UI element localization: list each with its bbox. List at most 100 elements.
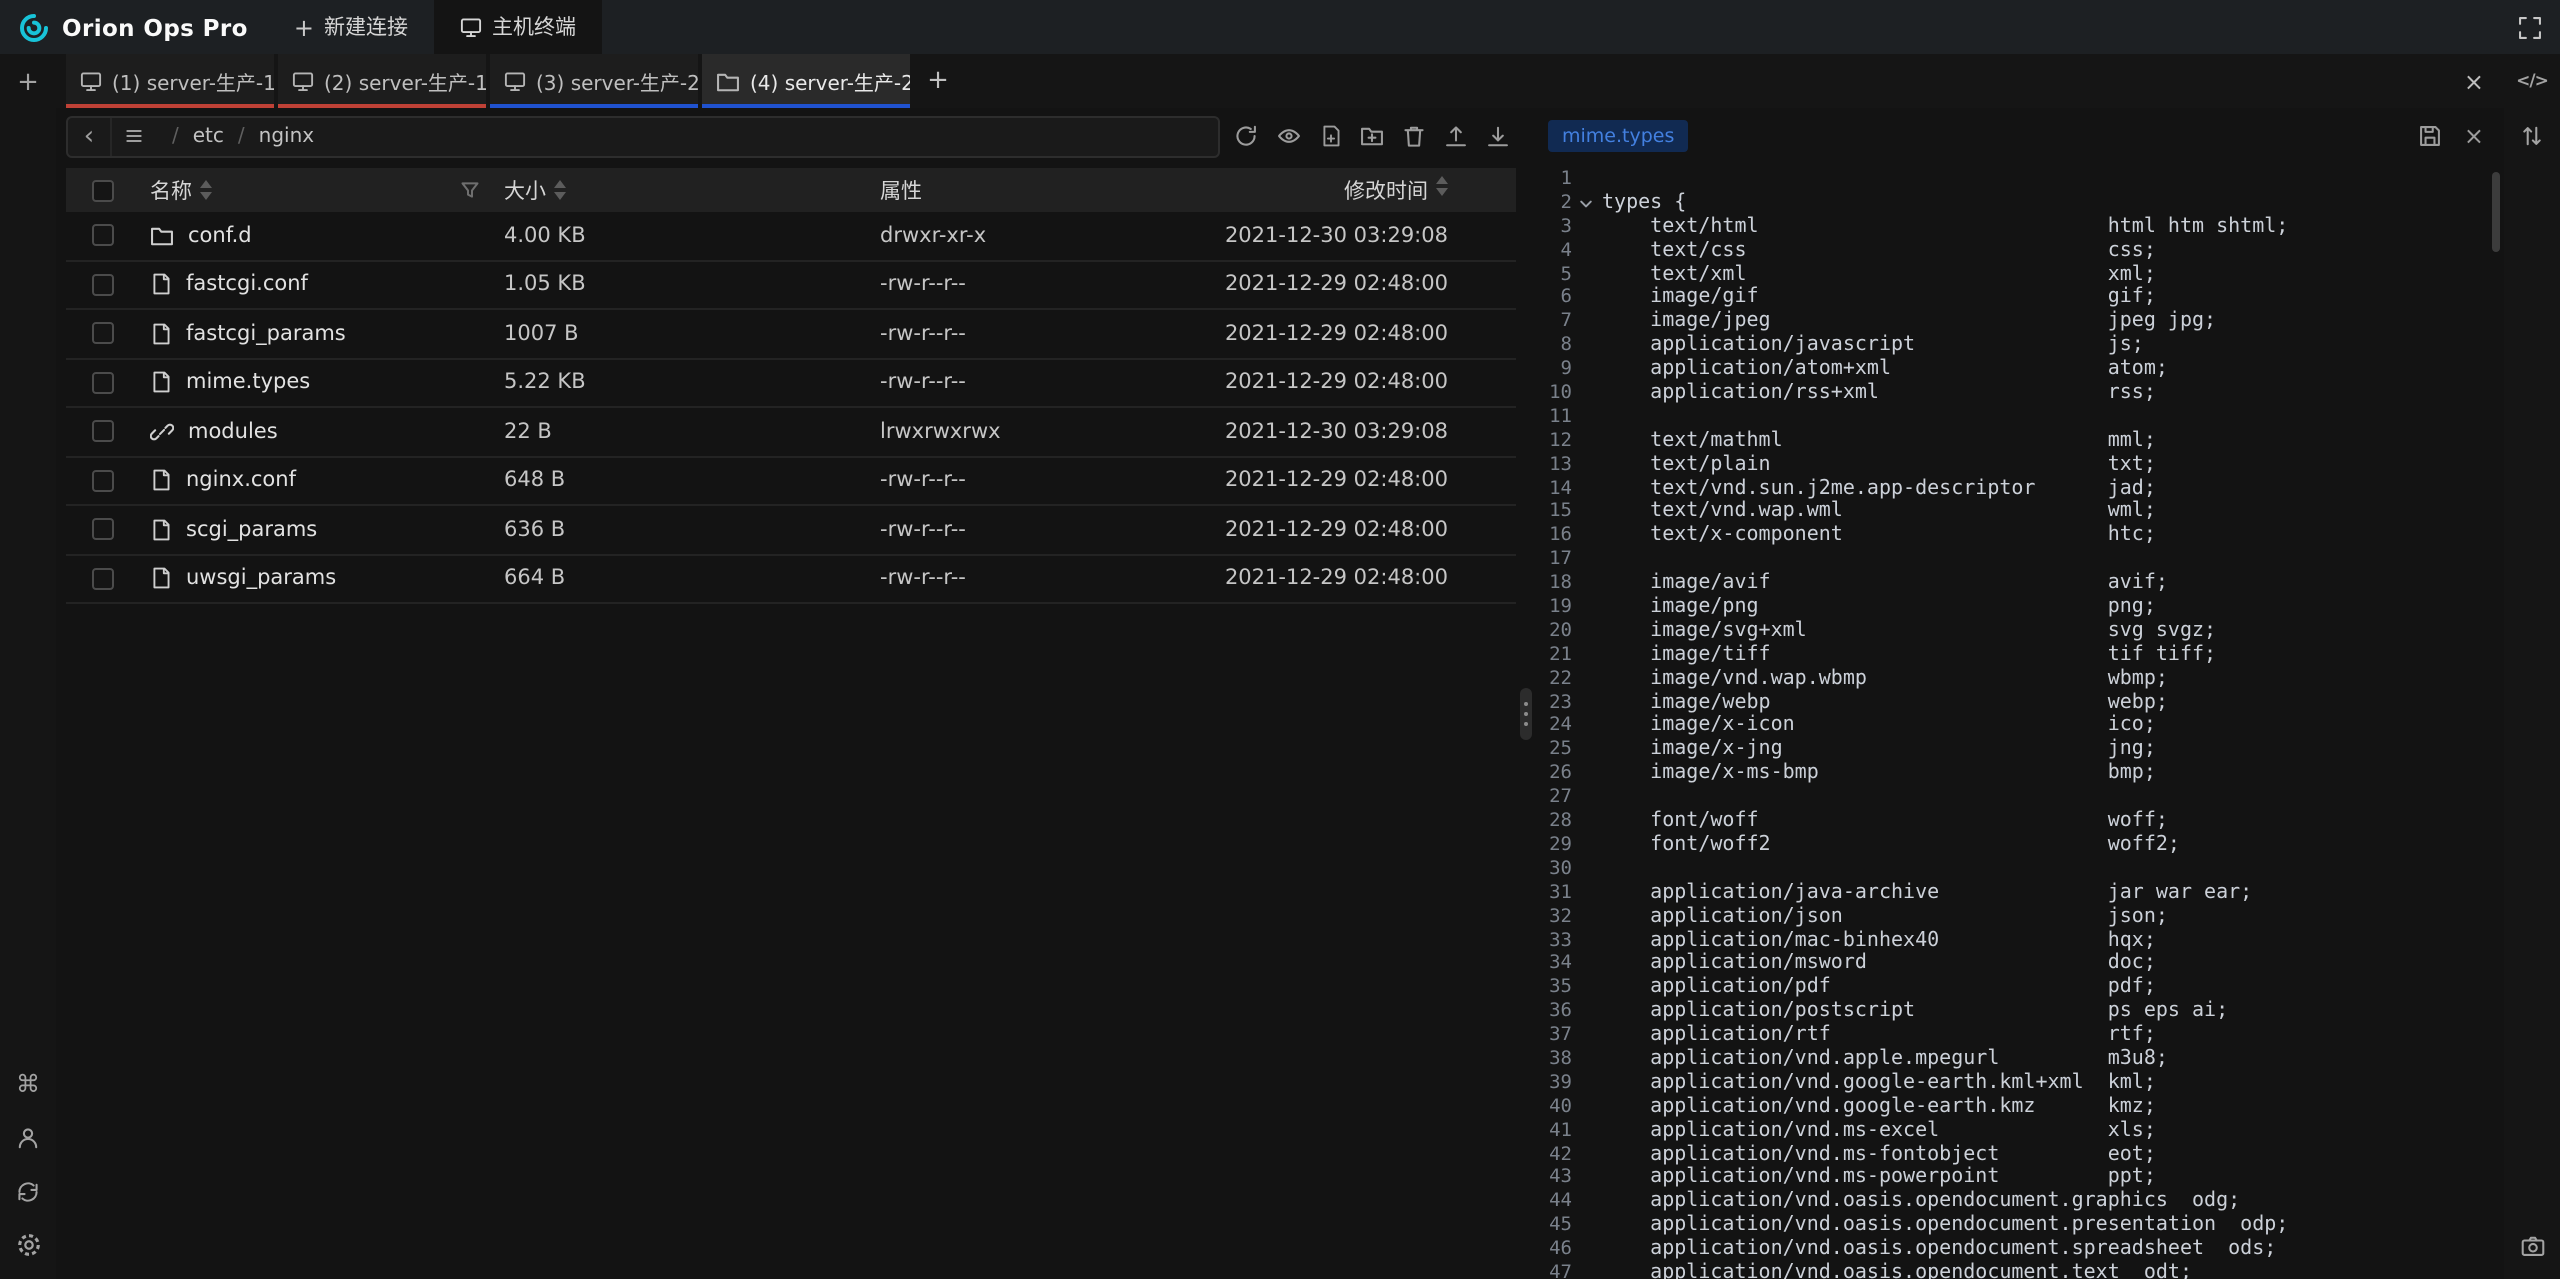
file-size: 664 B	[504, 567, 880, 591]
file-icon	[150, 518, 172, 542]
code-line: 20 image/svg+xml svg svgz;	[1536, 620, 2504, 644]
download-icon[interactable]	[1486, 124, 1510, 148]
file-size: 636 B	[504, 518, 880, 542]
tab-status-underline	[490, 104, 698, 108]
filter-icon[interactable]	[460, 180, 480, 200]
new-connection-label: 新建连接	[324, 12, 408, 42]
file-mtime: 2021-12-29 02:48:00	[1186, 371, 1516, 395]
line-number: 2	[1536, 192, 1572, 216]
close-all-icon[interactable]: ×	[2464, 67, 2484, 95]
file-row[interactable]: mime.types5.22 KB-rw-r--r--2021-12-29 02…	[66, 359, 1516, 408]
code-text: image/x-ms-bmp bmp;	[1598, 763, 2156, 787]
path-bar: ‹ /etc/nginx	[66, 115, 1220, 157]
line-number: 33	[1536, 929, 1572, 953]
file-row[interactable]: scgi_params636 B-rw-r--r--2021-12-29 02:…	[66, 506, 1516, 555]
session-tab-4[interactable]: (4) server-生产-2	[702, 54, 910, 108]
code-line: 6 image/gif gif;	[1536, 287, 2504, 311]
line-number: 40	[1536, 1095, 1572, 1119]
file-attr: -rw-r--r--	[880, 371, 1186, 395]
line-number: 21	[1536, 644, 1572, 668]
code-icon[interactable]: </>	[2514, 64, 2550, 100]
add-icon[interactable]: +	[10, 64, 46, 100]
code-line: 15 text/vnd.wap.wml wml;	[1536, 501, 2504, 525]
code-text: application/vnd.oasis.opendocument.sprea…	[1598, 1238, 2276, 1262]
line-number: 34	[1536, 953, 1572, 977]
sync-icon[interactable]	[10, 1173, 46, 1209]
preview-icon[interactable]	[1276, 124, 1302, 148]
code-line: 12 text/mathml mml;	[1536, 430, 2504, 454]
row-checkbox[interactable]	[92, 274, 114, 296]
terminal-icon	[460, 16, 482, 38]
session-tab-1[interactable]: (1) server-生产-1	[66, 54, 274, 108]
code-text: image/tiff tif tiff;	[1598, 644, 2216, 668]
code-text: application/json json;	[1598, 905, 2168, 929]
code-editor[interactable]: 12types {3 text/html html htm shtml;4 te…	[1536, 158, 2504, 1279]
code-text: application/java-archive jar war ear;	[1598, 881, 2252, 905]
save-icon[interactable]	[2418, 124, 2442, 148]
delete-icon[interactable]	[1402, 124, 1426, 148]
command-icon[interactable]: ⌘	[10, 1065, 46, 1101]
tab-status-underline	[702, 104, 910, 108]
splitter-grip-icon[interactable]	[1520, 688, 1532, 740]
sort-mtime-icon[interactable]	[1436, 175, 1448, 205]
row-checkbox[interactable]	[92, 225, 114, 247]
app-title: Orion Ops Pro	[62, 13, 248, 41]
line-number: 27	[1536, 786, 1572, 810]
add-tab-button[interactable]: +	[914, 54, 962, 108]
file-row[interactable]: fastcgi_params1007 B-rw-r--r--2021-12-29…	[66, 310, 1516, 359]
editor-file-tab[interactable]: mime.types	[1548, 120, 1688, 152]
breadcrumb-segment[interactable]: nginx	[259, 125, 314, 147]
code-text: application/mac-binhex40 hqx;	[1598, 929, 2156, 953]
host-terminal-tab[interactable]: 主机终端	[434, 0, 602, 54]
row-checkbox[interactable]	[92, 421, 114, 443]
row-checkbox[interactable]	[92, 470, 114, 492]
upload-icon[interactable]	[1444, 124, 1468, 148]
select-all-checkbox[interactable]	[92, 179, 114, 201]
sort-size-icon[interactable]	[554, 180, 566, 200]
camera-icon[interactable]	[2514, 1227, 2550, 1263]
file-attr: -rw-r--r--	[880, 273, 1186, 297]
row-checkbox[interactable]	[92, 372, 114, 394]
session-tab-label: (4) server-生产-2	[750, 66, 910, 96]
new-connection-button[interactable]: + 新建连接	[268, 0, 434, 54]
code-text: image/vnd.wap.wbmp wbmp;	[1598, 667, 2168, 691]
code-text: image/jpeg jpeg jpg;	[1598, 311, 2216, 335]
code-line: 13 text/plain txt;	[1536, 453, 2504, 477]
row-checkbox[interactable]	[92, 519, 114, 541]
back-icon[interactable]: ‹	[68, 117, 112, 155]
session-tab-2[interactable]: (2) server-生产-1	[278, 54, 486, 108]
terminal-icon	[504, 70, 526, 92]
breadcrumb-segment[interactable]: etc	[193, 125, 224, 147]
file-row[interactable]: nginx.conf648 B-rw-r--r--2021-12-29 02:4…	[66, 457, 1516, 506]
file-row[interactable]: modules22 Blrwxrwxrwx2021-12-30 03:29:08	[66, 408, 1516, 457]
code-line: 21 image/tiff tif tiff;	[1536, 644, 2504, 668]
new-file-icon[interactable]	[1320, 124, 1342, 148]
code-text: application/vnd.oasis.opendocument.text …	[1598, 1262, 2192, 1279]
code-text: application/vnd.oasis.opendocument.graph…	[1598, 1191, 2240, 1215]
swap-vertical-icon[interactable]	[2514, 118, 2550, 154]
row-checkbox[interactable]	[92, 323, 114, 345]
refresh-icon[interactable]	[1234, 124, 1258, 148]
panel-splitter[interactable]	[1516, 108, 1536, 1279]
file-row[interactable]: conf.d4.00 KBdrwxr-xr-x2021-12-30 03:29:…	[66, 212, 1516, 261]
plus-icon: +	[294, 13, 314, 41]
fold-chevron-icon[interactable]	[1572, 196, 1598, 212]
file-row[interactable]: uwsgi_params664 B-rw-r--r--2021-12-29 02…	[66, 555, 1516, 604]
code-line: 3 text/html html htm shtml;	[1536, 216, 2504, 240]
user-icon[interactable]	[10, 1119, 46, 1155]
code-line: 41 application/vnd.ms-excel xls;	[1536, 1119, 2504, 1143]
code-text: image/png png;	[1598, 596, 2156, 620]
editor-close-icon[interactable]: ×	[2464, 122, 2484, 150]
sort-name-icon[interactable]	[200, 180, 212, 200]
row-checkbox[interactable]	[92, 568, 114, 590]
editor-scrollbar[interactable]	[2492, 172, 2500, 252]
session-tab-3[interactable]: (3) server-生产-2	[490, 54, 698, 108]
fullscreen-icon[interactable]	[2518, 15, 2542, 39]
new-folder-icon[interactable]	[1360, 124, 1384, 148]
code-line: 5 text/xml xml;	[1536, 263, 2504, 287]
settings-icon[interactable]	[10, 1227, 46, 1263]
file-row[interactable]: fastcgi.conf1.05 KB-rw-r--r--2021-12-29 …	[66, 261, 1516, 310]
list-view-icon[interactable]	[112, 117, 156, 155]
file-attr: -rw-r--r--	[880, 322, 1186, 346]
session-tab-label: (1) server-生产-1	[112, 66, 274, 96]
